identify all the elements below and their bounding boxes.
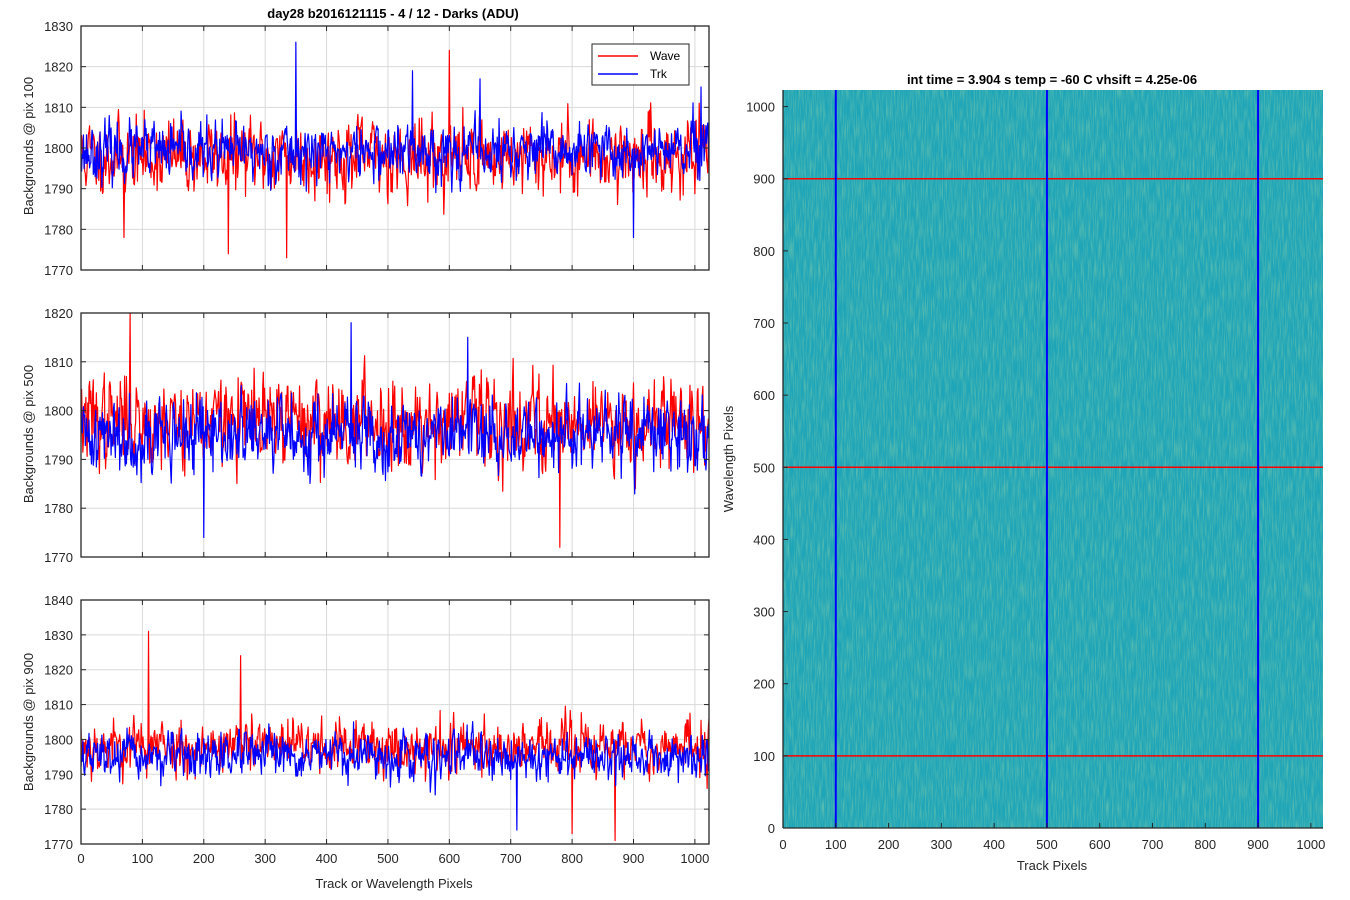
x-tick-label: 600: [1089, 837, 1111, 852]
ylabel-pix-100: Backgrounds @ pix 100: [21, 77, 36, 215]
y-tick-label: 800: [753, 244, 775, 259]
y-tick-label: 1770: [44, 550, 73, 565]
x-tick-label: 300: [931, 837, 953, 852]
y-tick-label: 1820: [44, 663, 73, 678]
x-tick-label: 300: [254, 851, 276, 866]
y-tick-label: 1000: [746, 100, 775, 115]
x-tick-label: 800: [1194, 837, 1216, 852]
y-tick-label: 1810: [44, 100, 73, 115]
y-tick-label: 1810: [44, 355, 73, 370]
x-tick-label: 500: [1036, 837, 1058, 852]
y-tick-label: 1800: [44, 404, 73, 419]
y-tick-label: 1820: [44, 306, 73, 321]
plot-pix-100: Backgrounds @ pix 100 1770 1780 1790 1800 18…: [21, 19, 710, 278]
y-tick-label: 1800: [44, 141, 73, 156]
y-tick-label: 100: [753, 749, 775, 764]
x-tick-label: 900: [623, 851, 645, 866]
left-title: day28 b2016121115 - 4 / 12 - Darks (ADU): [267, 6, 518, 21]
y-tick-label: 0: [768, 821, 775, 836]
x-tick-label: 200: [193, 851, 215, 866]
x-tick-label: 0: [779, 837, 786, 852]
y-tick-label: 1790: [44, 182, 73, 197]
legend: Wave Trk: [591, 43, 690, 86]
x-tick-label: 400: [983, 837, 1005, 852]
x-tick-label: 700: [1142, 837, 1164, 852]
ylabel-pix-900: Backgrounds @ pix 900: [21, 653, 36, 791]
legend-label-wave: Wave: [650, 49, 681, 63]
legend-label-trk: Trk: [650, 67, 668, 81]
x-tick-label: 700: [500, 851, 522, 866]
x-tick-label: 200: [878, 837, 900, 852]
y-tick-label: 900: [753, 172, 775, 187]
y-tick-label: 400: [753, 532, 775, 547]
x-tick-label: 900: [1247, 837, 1269, 852]
right-title: int time = 3.904 s temp = -60 C vhsift =…: [907, 72, 1197, 87]
y-tick-label: 1830: [44, 628, 73, 643]
y-tick-label: 1770: [44, 263, 73, 278]
y-tick-label: 1780: [44, 222, 73, 237]
y-tick-label: 600: [753, 388, 775, 403]
y-tick-label: 1790: [44, 452, 73, 467]
y-tick-label: 200: [753, 677, 775, 692]
x-tick-label: 400: [316, 851, 338, 866]
x-tick-label: 500: [377, 851, 399, 866]
y-tick-label: 700: [753, 316, 775, 331]
xlabel-image: Track Pixels: [1017, 858, 1088, 873]
ylabel-pix-500: Backgrounds @ pix 500: [21, 365, 36, 503]
figure: day28 b2016121115 - 4 / 12 - Darks (ADU)…: [0, 0, 1350, 900]
x-tick-label: 1000: [1296, 837, 1325, 852]
plot-pix-500: Backgrounds @ pix 500 1770 1780 1790 1800 18…: [21, 306, 710, 565]
x-tick-label: 100: [825, 837, 847, 852]
y-tick-label: 1800: [44, 732, 73, 747]
y-tick-label: 1780: [44, 501, 73, 516]
x-tick-label: 800: [561, 851, 583, 866]
dark-frame-image: Wavelength Pixels Track Pixels 0 100 200 30…: [721, 90, 1325, 873]
y-tick-label: 1790: [44, 767, 73, 782]
xlabel-bottom: Track or Wavelength Pixels: [315, 876, 473, 891]
x-tick-label: 100: [132, 851, 154, 866]
image-noise: [783, 90, 1323, 828]
y-tick-label: 1830: [44, 19, 73, 34]
x-tick-label: 0: [77, 851, 84, 866]
y-tick-label: 1840: [44, 593, 73, 608]
x-tick-label: 600: [438, 851, 460, 866]
y-tick-label: 1820: [44, 60, 73, 75]
y-tick-label: 1810: [44, 698, 73, 713]
y-tick-label: 1770: [44, 837, 73, 852]
y-tick-label: 1780: [44, 802, 73, 817]
x-tick-label: 1000: [680, 851, 709, 866]
y-tick-label: 500: [753, 460, 775, 475]
ylabel-image: Wavelength Pixels: [721, 405, 736, 512]
y-tick-label: 300: [753, 605, 775, 620]
